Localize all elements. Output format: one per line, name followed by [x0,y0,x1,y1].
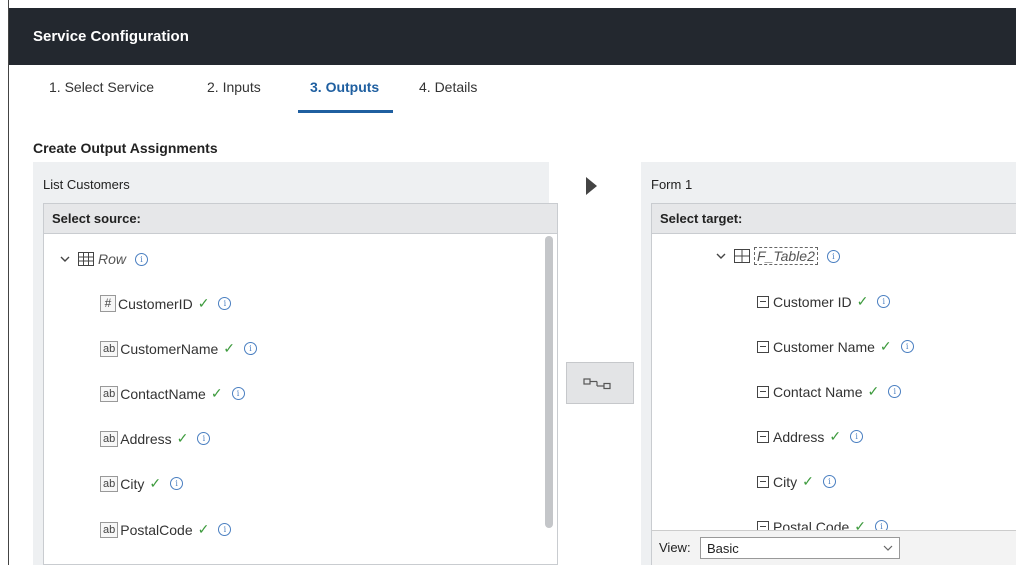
source-field-row[interactable]: ab Address ✓ i [100,430,211,447]
field-icon [757,385,769,398]
check-icon: ✓ [829,428,842,444]
target-root-row[interactable]: F_Table2 i [716,247,840,265]
target-tree: Select target: F_Table2 i Customer ID ✓ … [651,203,1016,565]
number-type-icon: # [100,295,116,312]
service-configuration-dialog: Service Configuration 1. Select Service … [8,0,1016,565]
info-icon[interactable]: i [877,295,891,308]
target-field-row[interactable]: Customer Name ✓ i [757,338,914,355]
field-icon [757,475,769,488]
arrow-right-icon [586,177,597,195]
text-type-icon: ab [100,521,119,538]
source-field-row[interactable]: ab PostalCode ✓ i [100,521,232,538]
check-icon: ✓ [197,521,210,537]
target-field-row[interactable]: Address ✓ i [757,428,864,445]
field-icon [757,295,769,308]
source-field-label: Address [120,430,172,447]
view-bar: View: Basic [652,530,1016,565]
source-field-row[interactable]: ab CustomerName ✓ i [100,340,258,357]
map-connector-icon [583,378,611,390]
table-icon [734,249,750,263]
source-field-label: CustomerName [120,340,219,357]
map-fields-button[interactable] [566,362,634,404]
target-field-label: Customer ID [773,293,852,310]
text-type-icon: ab [100,385,119,402]
field-icon [757,430,769,443]
info-icon[interactable]: i [888,385,902,398]
source-tree-header: Select source: [44,204,557,234]
info-icon[interactable]: i [822,475,836,488]
source-field-label: City [120,475,145,492]
info-icon[interactable]: i [244,342,258,355]
target-field-label: Address [773,428,825,445]
target-name: Form 1 [651,177,693,192]
chevron-down-icon [883,545,893,551]
dialog-title: Service Configuration [33,28,189,45]
view-select-value: Basic [707,541,739,556]
check-icon: ✓ [176,430,189,446]
source-field-label: CustomerID [118,295,193,312]
field-icon [757,340,769,353]
info-icon[interactable]: i [826,249,840,263]
target-field-label: City [773,473,798,490]
source-tree: Select source: Row i # CustomerID ✓ i ab… [43,203,558,565]
target-tree-header: Select target: [652,204,1016,234]
info-icon[interactable]: i [135,252,149,266]
source-name: List Customers [43,177,130,192]
check-icon: ✓ [197,295,210,311]
source-root-label: Row [98,251,127,267]
table-icon [78,252,94,266]
wizard-tabs: 1. Select Service 2. Inputs 3. Outputs 4… [9,65,1016,113]
chevron-down-icon[interactable] [60,254,70,264]
source-root-row[interactable]: Row i [60,251,149,267]
source-field-row[interactable]: # CustomerID ✓ i [100,295,232,312]
text-type-icon: ab [100,430,119,447]
active-tab-indicator [298,110,393,113]
tab-outputs[interactable]: 3. Outputs [310,79,379,95]
source-field-row[interactable]: ab ContactName ✓ i [100,385,245,402]
target-field-row[interactable]: Customer ID ✓ i [757,293,891,310]
check-icon: ✓ [879,338,892,354]
text-type-icon: ab [100,340,119,357]
info-icon[interactable]: i [218,297,232,310]
check-icon: ✓ [223,340,236,356]
text-type-icon: ab [100,475,119,492]
target-field-label: Contact Name [773,383,863,400]
source-field-label: ContactName [120,385,206,402]
tab-details[interactable]: 4. Details [419,79,477,95]
check-icon: ✓ [856,293,869,309]
info-icon[interactable]: i [231,387,245,400]
info-icon[interactable]: i [218,523,232,536]
info-icon[interactable]: i [170,477,184,490]
check-icon: ✓ [867,383,880,399]
info-icon[interactable]: i [900,340,914,353]
check-icon: ✓ [802,473,814,489]
info-icon[interactable]: i [850,430,864,443]
source-field-row[interactable]: ab City ✓ i [100,475,184,492]
target-field-row[interactable]: Contact Name ✓ i [757,383,902,400]
source-field-label: PostalCode [120,521,193,538]
target-field-row[interactable]: City ✓ i [757,473,836,490]
chevron-down-icon[interactable] [716,251,726,261]
dialog-header: Service Configuration [9,8,1016,65]
source-scrollbar[interactable] [545,236,553,528]
info-icon[interactable]: i [197,432,211,445]
check-icon: ✓ [210,385,223,401]
view-select[interactable]: Basic [700,537,900,559]
section-title: Create Output Assignments [33,140,218,156]
check-icon: ✓ [149,475,162,491]
target-root-label: F_Table2 [754,247,818,265]
view-label: View: [659,540,691,555]
tab-inputs[interactable]: 2. Inputs [207,79,261,95]
tab-select-service[interactable]: 1. Select Service [49,79,154,95]
target-field-label: Customer Name [773,338,875,355]
